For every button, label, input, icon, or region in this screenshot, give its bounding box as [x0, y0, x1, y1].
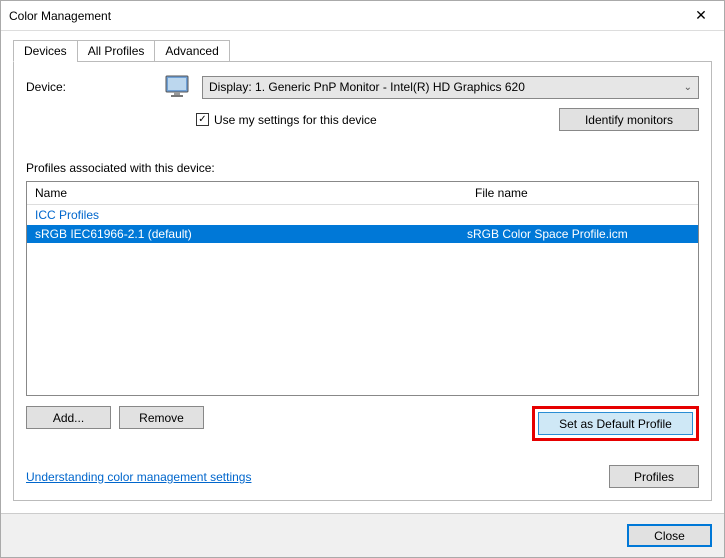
monitor-icon — [164, 74, 194, 100]
close-button[interactable]: Close — [627, 524, 712, 547]
profile-name: sRGB IEC61966-2.1 (default) — [35, 227, 467, 241]
close-icon[interactable]: ✕ — [678, 1, 724, 31]
profiles-assoc-label: Profiles associated with this device: — [26, 161, 699, 175]
device-label: Device: — [26, 80, 156, 94]
checkmark-icon: ✓ — [196, 113, 209, 126]
list-item[interactable]: sRGB IEC61966-2.1 (default) sRGB Color S… — [27, 225, 698, 243]
identify-monitors-button[interactable]: Identify monitors — [559, 108, 699, 131]
profile-file: sRGB Color Space Profile.icm — [467, 227, 690, 241]
tabs: Devices All Profiles Advanced — [13, 40, 712, 62]
list-header: Name File name — [27, 182, 698, 205]
device-row: Device: Display: 1. Generic PnP Monitor … — [26, 74, 699, 100]
highlight-annotation: Set as Default Profile — [532, 406, 699, 441]
device-selected-text: Display: 1. Generic PnP Monitor - Intel(… — [209, 80, 525, 94]
device-dropdown[interactable]: Display: 1. Generic PnP Monitor - Intel(… — [202, 76, 699, 99]
understanding-link[interactable]: Understanding color management settings — [26, 470, 251, 484]
window-title: Color Management — [1, 9, 111, 23]
profiles-button[interactable]: Profiles — [609, 465, 699, 488]
tab-all-profiles[interactable]: All Profiles — [77, 40, 156, 62]
titlebar: Color Management ✕ — [1, 1, 724, 31]
col-name[interactable]: Name — [27, 182, 467, 204]
settings-row: ✓ Use my settings for this device Identi… — [196, 108, 699, 131]
set-default-button[interactable]: Set as Default Profile — [538, 412, 693, 435]
use-settings-label: Use my settings for this device — [214, 113, 377, 127]
bottom-row: Understanding color management settings … — [26, 465, 699, 488]
footer: Close — [1, 513, 724, 557]
add-button[interactable]: Add... — [26, 406, 111, 429]
use-settings-checkbox[interactable]: ✓ Use my settings for this device — [196, 113, 377, 127]
content-area: Devices All Profiles Advanced Device: Di… — [1, 31, 724, 513]
chevron-down-icon: ⌄ — [684, 82, 692, 93]
remove-button[interactable]: Remove — [119, 406, 204, 429]
tab-advanced[interactable]: Advanced — [154, 40, 229, 62]
profiles-list[interactable]: Name File name ICC Profiles sRGB IEC6196… — [26, 181, 699, 396]
group-icc-profiles: ICC Profiles — [27, 205, 698, 225]
tab-pane-devices: Device: Display: 1. Generic PnP Monitor … — [13, 61, 712, 501]
col-file[interactable]: File name — [467, 182, 698, 204]
actions-row: Add... Remove Set as Default Profile — [26, 406, 699, 441]
tab-devices[interactable]: Devices — [13, 40, 78, 62]
